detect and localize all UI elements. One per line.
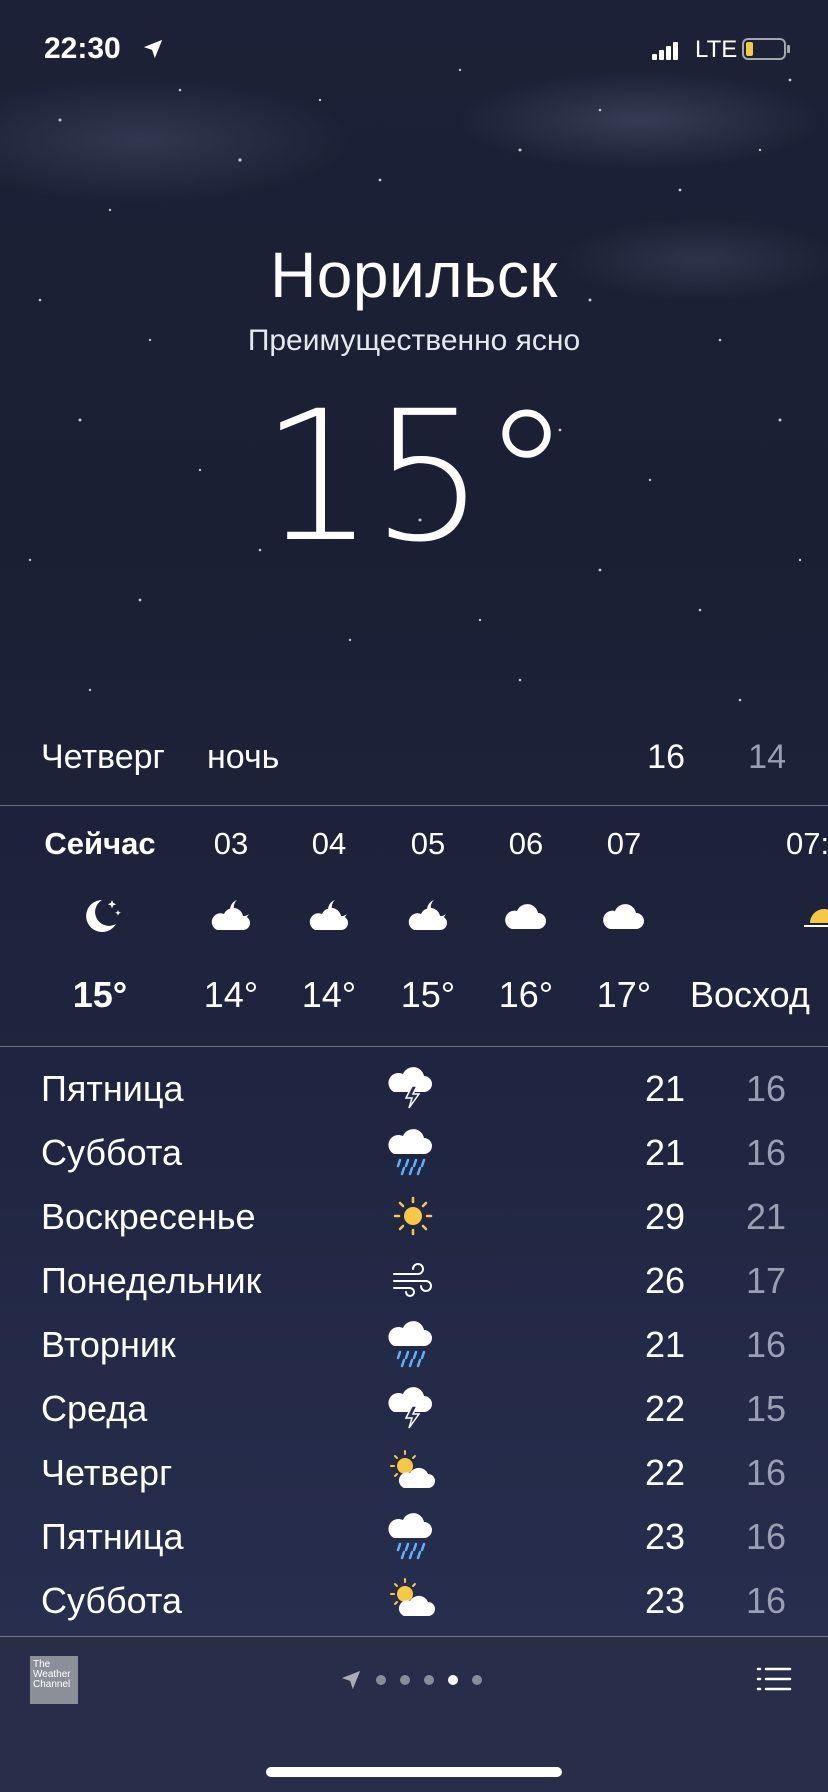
page-dot-active[interactable] — [448, 1675, 458, 1685]
daily-high: 26 — [644, 1260, 685, 1301]
divider-top — [0, 805, 828, 806]
daily-high: 23 — [644, 1516, 685, 1557]
partly-cloudy-icon — [390, 1450, 435, 1488]
hourly-item: 07: Восход — [690, 826, 828, 1016]
location-header: Норильск — [0, 238, 828, 312]
daily-row: Пятница 23 16 — [0, 1508, 828, 1572]
daily-high: 23 — [644, 1580, 685, 1621]
daily-day: Понедельник — [41, 1260, 262, 1301]
daily-row: Воскресенье 29 21 — [0, 1188, 828, 1252]
today-low: 14 — [748, 738, 786, 776]
thunderstorm-icon — [388, 1387, 432, 1429]
toolbar-divider — [0, 1636, 828, 1637]
thunderstorm-icon — [388, 1067, 432, 1109]
daily-row: Понедельник 26 17 — [0, 1252, 828, 1316]
daily-low: 16 — [745, 1580, 786, 1621]
daily-day: Вторник — [41, 1324, 176, 1365]
daily-high: 21 — [644, 1068, 685, 1109]
daily-low: 16 — [745, 1452, 786, 1493]
today-high: 16 — [647, 738, 685, 776]
hourly-item: 07 17° — [564, 826, 684, 1016]
sunrise-icon — [690, 886, 828, 946]
hour-temp: 17° — [596, 974, 652, 1015]
wind-icon — [393, 1263, 432, 1297]
location-arrow-icon — [143, 39, 163, 59]
cellular-signal-icon — [652, 42, 678, 60]
current-condition: Преимущественно ясно — [247, 324, 581, 357]
page-dot[interactable] — [376, 1675, 386, 1685]
daily-forecast: Пятница 21 16 Суббота 21 16 Воскресенье … — [0, 1060, 828, 1636]
moon-stars-icon — [40, 886, 160, 946]
city-name: Норильск — [270, 239, 558, 311]
cloud-icon — [564, 886, 684, 946]
daily-high: 22 — [644, 1388, 685, 1429]
network-type: LTE — [695, 36, 738, 63]
page-indicator[interactable] — [340, 1668, 482, 1692]
daily-low: 16 — [745, 1516, 786, 1557]
daily-day: Среда — [41, 1388, 148, 1429]
daily-day: Четверг — [41, 1452, 173, 1493]
daily-row: Четверг 22 16 — [0, 1444, 828, 1508]
today-day: Четверг — [41, 738, 165, 776]
location-arrow-icon — [341, 1670, 361, 1690]
daily-low: 16 — [745, 1068, 786, 1109]
daily-row: Суббота 23 16 — [0, 1572, 828, 1636]
daily-row: Вторник 21 16 — [0, 1316, 828, 1380]
hour-temp: 15° — [72, 974, 128, 1015]
page-dot[interactable] — [472, 1675, 482, 1685]
daily-low: 15 — [745, 1388, 786, 1429]
daily-row: Пятница 21 16 — [0, 1060, 828, 1124]
daily-high: 21 — [644, 1324, 685, 1365]
city-list-icon[interactable] — [756, 1664, 792, 1694]
hourly-forecast[interactable]: Сейчас 15° 03 14° 04 14° 05 15° 06 16° 0… — [0, 808, 828, 1046]
daily-day: Воскресенье — [41, 1196, 256, 1237]
status-bar: 22:30 LTE — [0, 28, 828, 72]
weather-channel-logo[interactable]: The Weather Channel — [30, 1656, 78, 1704]
bottom-toolbar: The Weather Channel — [0, 1636, 828, 1792]
daily-low: 17 — [745, 1260, 786, 1301]
daily-day: Пятница — [41, 1516, 184, 1557]
daily-row: Среда 22 15 — [0, 1380, 828, 1444]
daily-low: 21 — [745, 1196, 786, 1237]
today-summary: Четверг ночь 16 14 — [0, 738, 828, 778]
daily-high: 29 — [644, 1196, 685, 1237]
hour-label: 07 — [606, 826, 642, 861]
hour-label: 07: — [786, 826, 828, 861]
hourly-item: Сейчас 15° — [40, 826, 160, 1016]
rain-icon — [388, 1513, 432, 1560]
divider-bottom — [0, 1046, 828, 1047]
page-dot[interactable] — [424, 1675, 434, 1685]
rain-icon — [388, 1321, 432, 1368]
home-indicator[interactable] — [266, 1767, 562, 1777]
hour-label: Сейчас — [44, 826, 156, 861]
partly-cloudy-icon — [390, 1578, 435, 1616]
daily-row: Суббота 21 16 — [0, 1124, 828, 1188]
status-time: 22:30 — [44, 32, 121, 65]
daily-day: Суббота — [41, 1580, 182, 1621]
daily-day: Суббота — [41, 1132, 182, 1173]
sun-icon — [393, 1196, 433, 1236]
rain-icon — [388, 1129, 432, 1176]
daily-day: Пятница — [41, 1068, 184, 1109]
daily-high: 21 — [644, 1132, 685, 1173]
daily-low: 16 — [745, 1324, 786, 1365]
daily-high: 22 — [644, 1452, 685, 1493]
battery-icon — [742, 38, 790, 60]
daily-low: 16 — [745, 1132, 786, 1173]
page-dot[interactable] — [400, 1675, 410, 1685]
today-period: ночь — [207, 738, 280, 776]
current-temperature: 15° — [260, 373, 571, 582]
hour-temp: Восход — [690, 974, 810, 1015]
